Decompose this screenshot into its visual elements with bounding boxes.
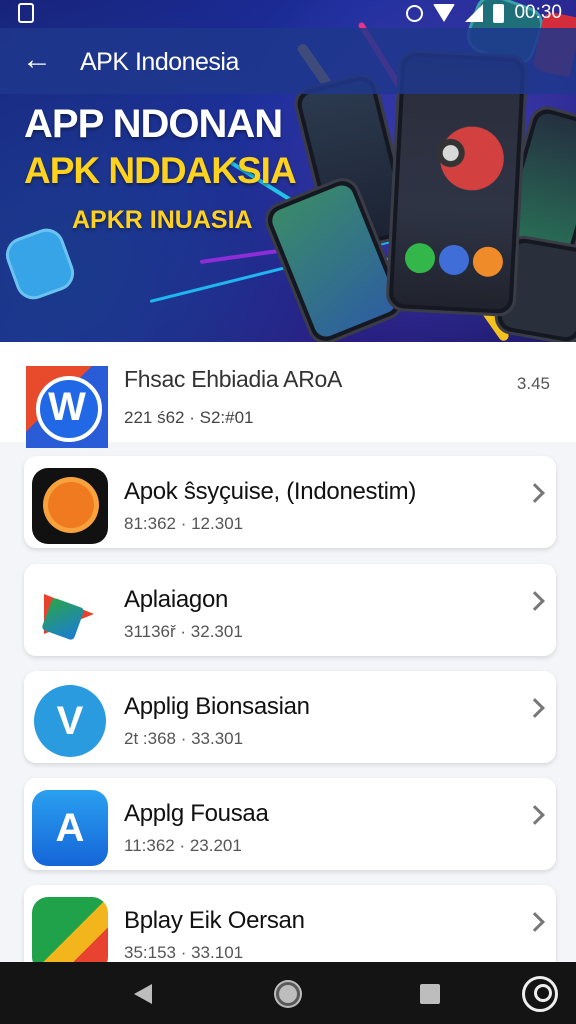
nav-recents-icon[interactable] (420, 984, 440, 1004)
arrow-left-icon[interactable]: ← (20, 44, 54, 78)
app-name: Fhsac Ehbiadia ARoA (124, 366, 343, 392)
list-item[interactable]: W Fhsac Ehbiadia ARoA 221 ś62 · S2:#01 3… (0, 342, 576, 448)
notification-icon (18, 3, 34, 23)
triangle-logo-icon (32, 576, 108, 652)
nav-home-icon[interactable] (276, 982, 300, 1006)
toy-illustration (417, 117, 509, 208)
list-item[interactable]: Bplay Eik Oersan 35:153 · 33.101 (24, 885, 556, 962)
v-gear-icon: V (32, 683, 108, 759)
chevron-right-icon (525, 591, 545, 611)
list-item[interactable]: V Applig Bionsasian 2t :368 · 33.301 (24, 671, 556, 763)
app-name: Applg Fousaa (124, 800, 269, 827)
phone-app-icon (438, 244, 470, 276)
app-meta: 31136ř · 32.301 (124, 622, 243, 641)
app-name: Applig Bionsasian (124, 693, 310, 720)
app-name: Aplaiagon (124, 586, 229, 613)
hero-title: APP NDONAN (24, 102, 283, 146)
app-name: Apok ŝsyçuise, (Indonestim) (124, 478, 417, 505)
wifi-icon (433, 4, 456, 22)
chevron-right-icon (525, 483, 545, 503)
app-meta: 81:362 · 12.301 (124, 514, 244, 533)
list-item[interactable]: Aplaiagon 31136ř · 32.301 (24, 564, 556, 656)
nav-back-icon[interactable] (134, 984, 152, 1004)
battery-icon (493, 3, 505, 23)
status-time: 00:30 (514, 2, 562, 23)
status-bar: 00:30 (0, 0, 576, 26)
app-bar: ← APK Indonesia (0, 28, 576, 94)
chevron-right-icon (525, 805, 545, 825)
play-logo-icon (32, 897, 108, 962)
hero-tagline: APKR INUASIA (72, 206, 253, 234)
app-meta: 221 ś62 · S2:#01 (124, 408, 254, 427)
system-nav-bar (0, 962, 576, 1024)
circle-icon (406, 4, 424, 22)
phone-illustration (0, 223, 80, 305)
app-meta: 11:362 · 23.201 (124, 836, 242, 855)
app-meta: 35:153 · 33.101 (124, 943, 244, 962)
signal-icon (465, 4, 484, 22)
chevron-right-icon (525, 698, 545, 718)
page-title: APK Indonesia (80, 48, 239, 76)
a-logo-icon: A (32, 790, 108, 866)
list-item[interactable]: A Applg Fousaa 11:362 · 23.201 (24, 778, 556, 870)
list-item[interactable]: Apok ŝsyçuise, (Indonestim) 81:362 · 12.… (24, 456, 556, 548)
sun-face-icon (32, 468, 108, 544)
w-logo-icon: W (26, 366, 108, 448)
chevron-right-icon (525, 912, 545, 932)
app-name: Bplay Eik Oersan (124, 907, 305, 934)
phone-app-icon (404, 242, 436, 274)
hero-subtitle: APK NDDAKSIA (24, 150, 297, 191)
app-meta: 2t :368 · 33.301 (124, 729, 244, 748)
phone-app-icon (472, 245, 504, 278)
profile-icon[interactable] (522, 976, 558, 1012)
app-rating: 3.45 (516, 374, 550, 393)
app-list: W Fhsac Ehbiadia ARoA 221 ś62 · S2:#01 3… (0, 342, 576, 962)
